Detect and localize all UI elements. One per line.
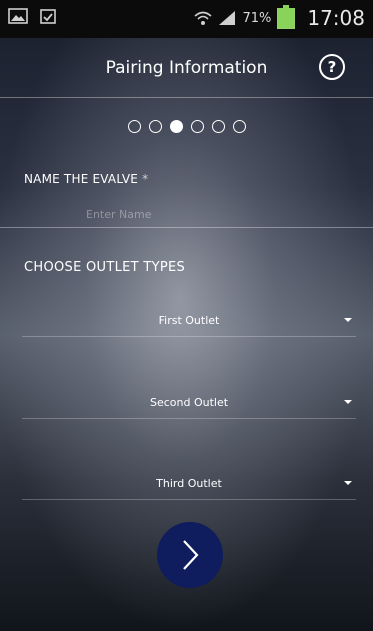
outlet-underline <box>22 499 356 500</box>
clipboard-check-icon <box>40 9 56 24</box>
caret-down-icon <box>344 318 352 322</box>
step-dot <box>211 120 225 133</box>
step-dot <box>148 120 162 133</box>
battery-icon <box>277 4 296 29</box>
name-divider <box>0 227 373 228</box>
first-outlet-select[interactable]: First Outlet <box>22 304 356 336</box>
step-dot <box>127 120 141 133</box>
page-title: Pairing Information <box>105 58 268 78</box>
third-outlet-select[interactable]: Third Outlet <box>22 467 356 499</box>
required-marker: * <box>142 172 149 186</box>
step-dot <box>232 120 246 133</box>
second-outlet-label: Second Outlet <box>149 395 229 409</box>
step-dot-active <box>169 120 183 133</box>
first-outlet-label: First Outlet <box>158 313 220 327</box>
battery-percent: 71% <box>242 10 272 26</box>
outlet-underline <box>22 418 356 419</box>
step-dot <box>190 120 204 133</box>
wifi-icon <box>194 11 212 25</box>
clock-time: 17:08 <box>307 6 365 30</box>
name-label-text: NAME THE EVALVE <box>24 172 139 186</box>
third-outlet-label: Third Outlet <box>156 476 222 490</box>
status-bar: 71% 17:08 <box>0 0 373 38</box>
image-icon <box>8 8 28 24</box>
chevron-right-icon <box>183 540 199 570</box>
step-indicator <box>0 120 373 133</box>
app-header: Pairing Information ? <box>0 38 373 98</box>
outlet-types-title: CHOOSE OUTLET TYPES <box>24 260 186 275</box>
signal-icon <box>219 11 236 25</box>
name-field-label: NAME THE EVALVE * <box>24 172 148 186</box>
next-button[interactable] <box>157 522 223 588</box>
header-divider <box>0 97 373 98</box>
caret-down-icon <box>344 400 352 404</box>
outlet-underline <box>22 336 356 337</box>
pairing-screen: Pairing Information ? NAME THE EVALVE * … <box>0 38 373 631</box>
name-input[interactable] <box>84 203 288 225</box>
second-outlet-select[interactable]: Second Outlet <box>22 386 356 418</box>
question-circle-icon[interactable]: ? <box>319 54 345 80</box>
caret-down-icon <box>344 481 352 485</box>
help-glyph: ? <box>327 58 337 76</box>
